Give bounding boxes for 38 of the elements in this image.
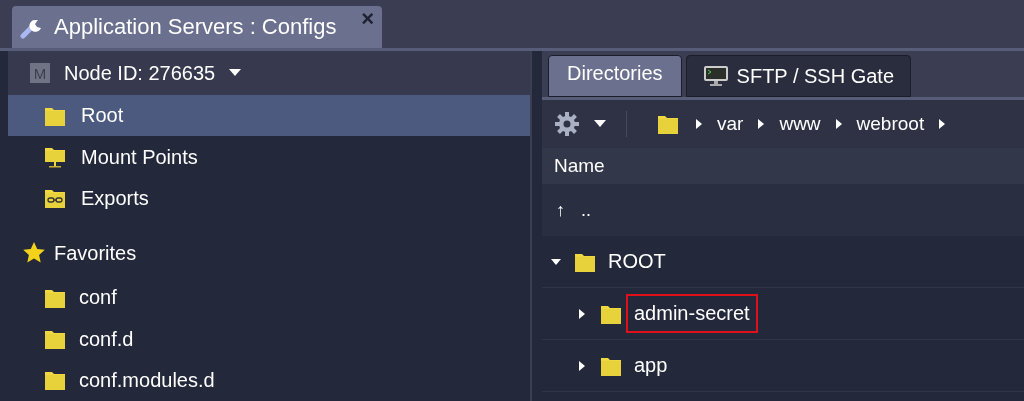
- folder-icon: [42, 329, 68, 350]
- parent-folder-link[interactable]: ..: [581, 199, 591, 221]
- linked-folder-icon: [42, 188, 68, 209]
- settings-icon[interactable]: [554, 111, 580, 137]
- favorite-item[interactable]: conf.modules.d: [8, 359, 530, 401]
- monitor-icon: [702, 65, 729, 87]
- sidebar-item[interactable]: Mount Points: [8, 136, 530, 178]
- breadcrumb-item[interactable]: var: [717, 113, 744, 135]
- favorite-item[interactable]: conf: [8, 277, 530, 319]
- folder-icon: [655, 114, 681, 134]
- folder-icon: [42, 370, 68, 391]
- tab[interactable]: Directories: [548, 55, 682, 97]
- folder-name[interactable]: admin-secret: [626, 294, 758, 333]
- folder-icon: [42, 287, 68, 308]
- tab[interactable]: SFTP / SSH Gate: [685, 55, 912, 97]
- column-header[interactable]: Name: [542, 148, 1024, 184]
- folder-icon: [572, 251, 598, 272]
- caret-right-icon: [757, 118, 766, 130]
- caret-down-icon: [229, 69, 242, 78]
- caret-down-icon[interactable]: [594, 120, 606, 128]
- sidebar-item[interactable]: Root: [8, 95, 530, 137]
- folder-name[interactable]: app: [626, 346, 676, 385]
- breadcrumb-item[interactable]: www: [779, 113, 821, 135]
- breadcrumb-item[interactable]: webroot: [856, 113, 925, 135]
- caret-right-icon: [938, 118, 947, 130]
- up-arrow-icon[interactable]: ↑: [556, 199, 565, 221]
- window-tab[interactable]: Application Servers : Configs ×: [12, 6, 382, 48]
- folder-name[interactable]: ROOT: [600, 242, 674, 281]
- caret-right-icon: [834, 118, 843, 130]
- folder-icon: [598, 355, 624, 376]
- sidebar-item[interactable]: Exports: [8, 177, 530, 220]
- folder-icon: [598, 303, 624, 324]
- caret-right-icon: [695, 118, 703, 130]
- window-title: Application Servers : Configs: [54, 14, 337, 40]
- favorite-item[interactable]: conf.d: [8, 318, 530, 360]
- mount-folder-icon: [42, 146, 68, 169]
- section-heading: Favorites: [54, 241, 137, 265]
- folder-icon: [42, 105, 68, 126]
